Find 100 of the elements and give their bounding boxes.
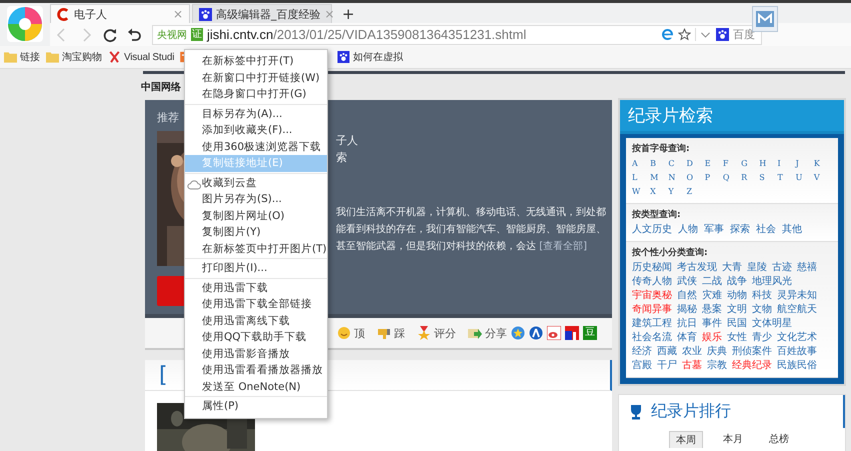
bookmark[interactable]: 链接: [4, 50, 40, 64]
menu-item[interactable]: 复制图片网址(O): [185, 208, 327, 224]
menu-item[interactable]: 在新标签页中打开图片(T): [185, 240, 327, 257]
letter-link[interactable]: R: [741, 171, 760, 185]
category-link[interactable]: 百姓故事: [777, 345, 817, 359]
category-link[interactable]: 人文历史: [632, 223, 672, 237]
category-link[interactable]: 悬案: [702, 303, 722, 317]
letter-link[interactable]: N: [668, 171, 687, 185]
category-link[interactable]: 慈禧: [797, 261, 817, 275]
letter-link[interactable]: H: [759, 157, 778, 171]
category-link[interactable]: 社会: [756, 223, 776, 237]
letter-link[interactable]: M: [650, 171, 668, 185]
menu-item[interactable]: 复制图片(Y): [185, 224, 327, 240]
menu-item[interactable]: 目标另存为(A)...: [185, 106, 327, 122]
ranking-tab[interactable]: 本月: [717, 431, 749, 448]
view-all-link[interactable]: [查看全部]: [539, 241, 587, 252]
letter-link[interactable]: E: [704, 157, 723, 171]
new-tab-button[interactable]: +: [342, 5, 355, 23]
ranking-tab[interactable]: 总榜: [763, 431, 795, 448]
close-button[interactable]: ×: [172, 7, 183, 21]
category-link[interactable]: 干尸: [657, 359, 677, 373]
letter-link[interactable]: L: [632, 171, 650, 185]
letter-link[interactable]: I: [777, 157, 796, 171]
letter-link[interactable]: J: [796, 157, 814, 171]
menu-item[interactable]: 使用迅雷下载全部链接: [185, 296, 327, 312]
category-link[interactable]: 古迹: [772, 261, 792, 275]
category-link[interactable]: 揭秘: [677, 303, 697, 317]
category-link[interactable]: 事件: [702, 317, 722, 331]
category-link[interactable]: 动物: [727, 289, 747, 303]
share-icon[interactable]: 豆: [583, 326, 597, 340]
letter-link[interactable]: U: [796, 171, 814, 185]
category-link[interactable]: 娱乐: [702, 331, 722, 345]
category-link[interactable]: 庆典: [707, 345, 727, 359]
category-link[interactable]: 刑侦案件: [732, 345, 772, 359]
category-link[interactable]: 灾难: [702, 289, 722, 303]
bookmark[interactable]: Visual Studi: [108, 51, 174, 63]
category-link[interactable]: 抗日: [677, 317, 697, 331]
category-link[interactable]: 考古发现: [677, 261, 717, 275]
category-link[interactable]: 其他: [782, 223, 802, 237]
letter-link[interactable]: Q: [722, 171, 742, 185]
category-link[interactable]: 民国: [727, 317, 747, 331]
menu-item[interactable]: 属性(P): [185, 398, 327, 414]
category-link[interactable]: 民族民俗: [777, 359, 817, 373]
category-link[interactable]: 探索: [730, 223, 750, 237]
category-link[interactable]: 古墓: [682, 359, 702, 373]
category-link[interactable]: 地理风光: [752, 275, 792, 289]
letter-link[interactable]: Z: [686, 185, 705, 199]
action-link[interactable]: 评分: [417, 326, 456, 340]
category-link[interactable]: 传奇人物: [632, 275, 672, 289]
category-link[interactable]: 建筑工程: [632, 317, 672, 331]
letter-link[interactable]: K: [814, 157, 832, 171]
category-link[interactable]: 人物: [678, 223, 698, 237]
category-link[interactable]: 经济: [632, 345, 652, 359]
menu-item[interactable]: 使用360极速浏览器下载: [185, 138, 327, 155]
category-link[interactable]: 体育: [677, 331, 697, 345]
category-link[interactable]: 自然: [677, 289, 697, 303]
menu-item[interactable]: 使用迅雷看看播放器播放: [185, 362, 327, 378]
browser-tab[interactable]: 电子人 ×: [50, 4, 190, 23]
category-link[interactable]: 灵异未知: [777, 289, 817, 303]
menu-item[interactable]: 在隐身窗口中打开(G): [185, 86, 327, 102]
letter-link[interactable]: O: [686, 171, 705, 185]
menu-item[interactable]: 在新窗口中打开链接(W): [185, 70, 327, 86]
letter-link[interactable]: X: [650, 185, 668, 199]
category-link[interactable]: 武侠: [677, 275, 697, 289]
action-link[interactable]: 分享: [468, 326, 507, 340]
letter-link[interactable]: D: [686, 157, 705, 171]
menu-item[interactable]: 在新标签中打开(T): [185, 53, 327, 70]
menu-item[interactable]: 打印图片(I)...: [185, 260, 327, 276]
letter-link[interactable]: A: [632, 157, 650, 171]
category-link[interactable]: 文物: [752, 303, 772, 317]
browser-tab[interactable]: 高级编辑器_百度经验 ×: [192, 4, 332, 23]
menu-item[interactable]: 收藏到云盘: [185, 174, 327, 191]
category-link[interactable]: 战争: [727, 275, 747, 289]
category-link[interactable]: 科技: [752, 289, 772, 303]
category-link[interactable]: 二战: [702, 275, 722, 289]
menu-item[interactable]: 添加到收藏夹(F)...: [185, 122, 327, 138]
category-link[interactable]: 历史秘闻: [632, 261, 672, 275]
menu-item[interactable]: 使用QQ下载助手下载: [185, 329, 327, 346]
category-link[interactable]: 宗教: [707, 359, 727, 373]
letter-link[interactable]: B: [650, 157, 668, 171]
category-link[interactable]: 航空航天: [777, 303, 817, 317]
category-link[interactable]: 经典纪录: [732, 359, 772, 373]
category-link[interactable]: 社会名流: [632, 331, 672, 345]
letter-link[interactable]: T: [777, 171, 796, 185]
category-link[interactable]: 青少: [752, 331, 772, 345]
letter-link[interactable]: W: [632, 185, 650, 199]
category-link[interactable]: 农业: [682, 345, 702, 359]
letter-link[interactable]: Y: [668, 185, 687, 199]
letter-link[interactable]: V: [814, 171, 832, 185]
category-link[interactable]: 皇陵: [747, 261, 767, 275]
action-link[interactable]: 踩: [377, 326, 405, 340]
menu-item[interactable]: 图片另存为(S)...: [185, 191, 327, 208]
ranking-tab[interactable]: 本周: [669, 431, 703, 448]
category-link[interactable]: 西藏: [657, 345, 677, 359]
category-link[interactable]: 军事: [704, 223, 724, 237]
category-link[interactable]: 女性: [727, 331, 747, 345]
action-link[interactable]: 顶: [337, 326, 365, 340]
menu-item[interactable]: 使用迅雷离线下载: [185, 312, 327, 329]
letter-link[interactable]: P: [704, 171, 723, 185]
bookmark[interactable]: 淘宝购物: [46, 50, 102, 64]
